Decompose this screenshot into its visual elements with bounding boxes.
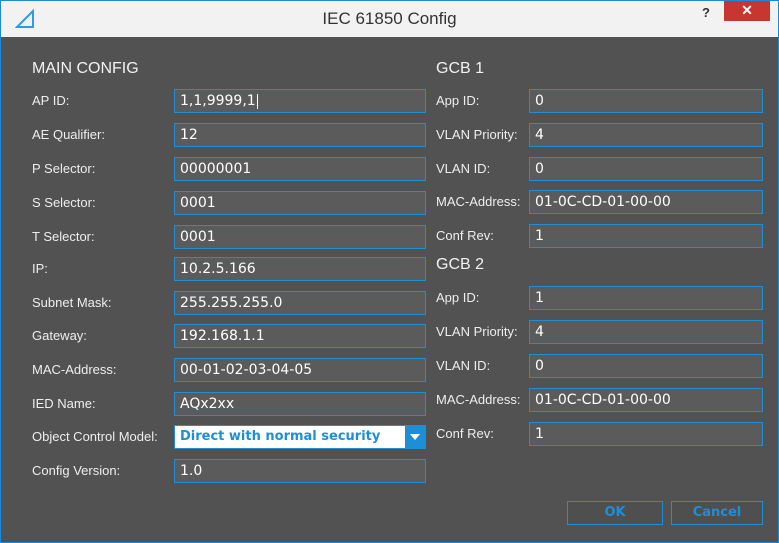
gcb1-mac-address-input[interactable]: 01-0C-CD-01-00-00 — [529, 190, 763, 214]
gcb1-vlan-priority-label: VLAN Priority: — [436, 127, 518, 142]
ap-id-row: AP ID: 1,1,9999,1 — [1, 89, 431, 113]
gcb2-vlan-id-label: VLAN ID: — [436, 358, 491, 373]
gcb1-vlan-priority-row: VLAN Priority: 4 — [431, 123, 763, 147]
gcb1-app-id-label: App ID: — [436, 93, 480, 108]
object-control-select[interactable]: Direct with normal security — [174, 425, 426, 449]
gcb1-mac-address-label: MAC-Address: — [436, 194, 521, 209]
gcb1-app-id-input[interactable]: 0 — [529, 89, 763, 113]
ap-id-label: AP ID: — [32, 93, 70, 108]
gcb1-title: GCB 1 — [436, 60, 485, 77]
t-selector-row: T Selector: 0001 — [1, 225, 431, 249]
gcb2-mac-address-label: MAC-Address: — [436, 392, 521, 407]
ied-name-label: IED Name: — [32, 396, 96, 411]
gcb1-vlan-id-label: VLAN ID: — [436, 161, 491, 176]
gcb1-vlan-id-row: VLAN ID: 0 — [431, 157, 763, 181]
cancel-button[interactable]: Cancel — [671, 501, 763, 525]
gcb2-vlan-priority-label: VLAN Priority: — [436, 324, 518, 339]
gcb1-conf-rev-input[interactable]: 1 — [529, 224, 763, 248]
p-selector-row: P Selector: 00000001 — [1, 157, 431, 181]
s-selector-input[interactable]: 0001 — [174, 191, 426, 215]
gcb2-vlan-id-input[interactable]: 0 — [529, 354, 763, 378]
ap-id-input[interactable]: 1,1,9999,1 — [174, 89, 426, 113]
title-bar[interactable]: IEC 61850 Config ? ✕ — [1, 1, 778, 37]
p-selector-input[interactable]: 00000001 — [174, 157, 426, 181]
subnet-mask-input[interactable]: 255.255.255.0 — [174, 291, 426, 315]
help-button[interactable]: ? — [699, 5, 713, 21]
gcb2-app-id-input[interactable]: 1 — [529, 286, 763, 310]
gateway-label: Gateway: — [32, 328, 87, 343]
gcb2-app-id-label: App ID: — [436, 290, 480, 305]
gateway-input[interactable]: 192.168.1.1 — [174, 324, 426, 348]
ied-name-row: IED Name: AQx2xx — [1, 392, 431, 416]
gcb2-vlan-id-row: VLAN ID: 0 — [431, 354, 763, 378]
ok-button[interactable]: OK — [567, 501, 663, 525]
ied-name-input[interactable]: AQx2xx — [174, 392, 426, 416]
p-selector-label: P Selector: — [32, 161, 96, 176]
close-button[interactable]: ✕ — [724, 1, 770, 21]
s-selector-row: S Selector: 0001 — [1, 191, 431, 215]
gcb1-app-id-row: App ID: 0 — [431, 89, 763, 113]
main-config-title: MAIN CONFIG — [32, 60, 139, 77]
subnet-mask-label: Subnet Mask: — [32, 295, 112, 310]
t-selector-input[interactable]: 0001 — [174, 225, 426, 249]
gcb1-mac-address-row: MAC-Address: 01-0C-CD-01-00-00 — [431, 190, 763, 214]
config-version-input[interactable]: 1.0 — [174, 459, 426, 483]
config-version-row: Config Version: 1.0 — [1, 459, 431, 483]
mac-address-input[interactable]: 00-01-02-03-04-05 — [174, 358, 426, 382]
ip-row: IP: 10.2.5.166 — [1, 257, 431, 281]
config-version-label: Config Version: — [32, 463, 121, 478]
object-control-value: Direct with normal security — [180, 429, 381, 444]
s-selector-label: S Selector: — [32, 195, 96, 210]
text-caret — [256, 93, 258, 109]
gcb2-mac-address-input[interactable]: 01-0C-CD-01-00-00 — [529, 388, 763, 412]
mac-address-label: MAC-Address: — [32, 362, 117, 377]
ae-qualifier-label: AE Qualifier: — [32, 127, 105, 142]
object-control-label: Object Control Model: — [32, 429, 158, 444]
config-dialog: IEC 61850 Config ? ✕ MAIN CONFIG AP ID: … — [0, 0, 779, 543]
ae-qualifier-input[interactable]: 12 — [174, 123, 426, 147]
gcb1-vlan-priority-input[interactable]: 4 — [529, 123, 763, 147]
gcb2-vlan-priority-row: VLAN Priority: 4 — [431, 320, 763, 344]
ip-input[interactable]: 10.2.5.166 — [174, 257, 426, 281]
chevron-down-icon[interactable] — [405, 426, 425, 448]
gcb1-conf-rev-label: Conf Rev: — [436, 228, 494, 243]
gcb2-conf-rev-row: Conf Rev: 1 — [431, 422, 763, 446]
gcb2-mac-address-row: MAC-Address: 01-0C-CD-01-00-00 — [431, 388, 763, 412]
gcb2-conf-rev-label: Conf Rev: — [436, 426, 494, 441]
ae-qualifier-row: AE Qualifier: 12 — [1, 123, 431, 147]
dialog-content: MAIN CONFIG AP ID: 1,1,9999,1 AE Qualifi… — [1, 37, 778, 542]
subnet-mask-row: Subnet Mask: 255.255.255.0 — [1, 291, 431, 315]
gcb1-vlan-id-input[interactable]: 0 — [529, 157, 763, 181]
gateway-row: Gateway: 192.168.1.1 — [1, 324, 431, 348]
object-control-row: Object Control Model: Direct with normal… — [1, 425, 431, 449]
gcb2-app-id-row: App ID: 1 — [431, 286, 763, 310]
ip-label: IP: — [32, 261, 48, 276]
gcb2-vlan-priority-input[interactable]: 4 — [529, 320, 763, 344]
t-selector-label: T Selector: — [32, 229, 95, 244]
gcb1-conf-rev-row: Conf Rev: 1 — [431, 224, 763, 248]
gcb2-title: GCB 2 — [436, 256, 485, 273]
window-title: IEC 61850 Config — [322, 9, 457, 28]
gcb2-conf-rev-input[interactable]: 1 — [529, 422, 763, 446]
mac-address-row: MAC-Address: 00-01-02-03-04-05 — [1, 358, 431, 382]
